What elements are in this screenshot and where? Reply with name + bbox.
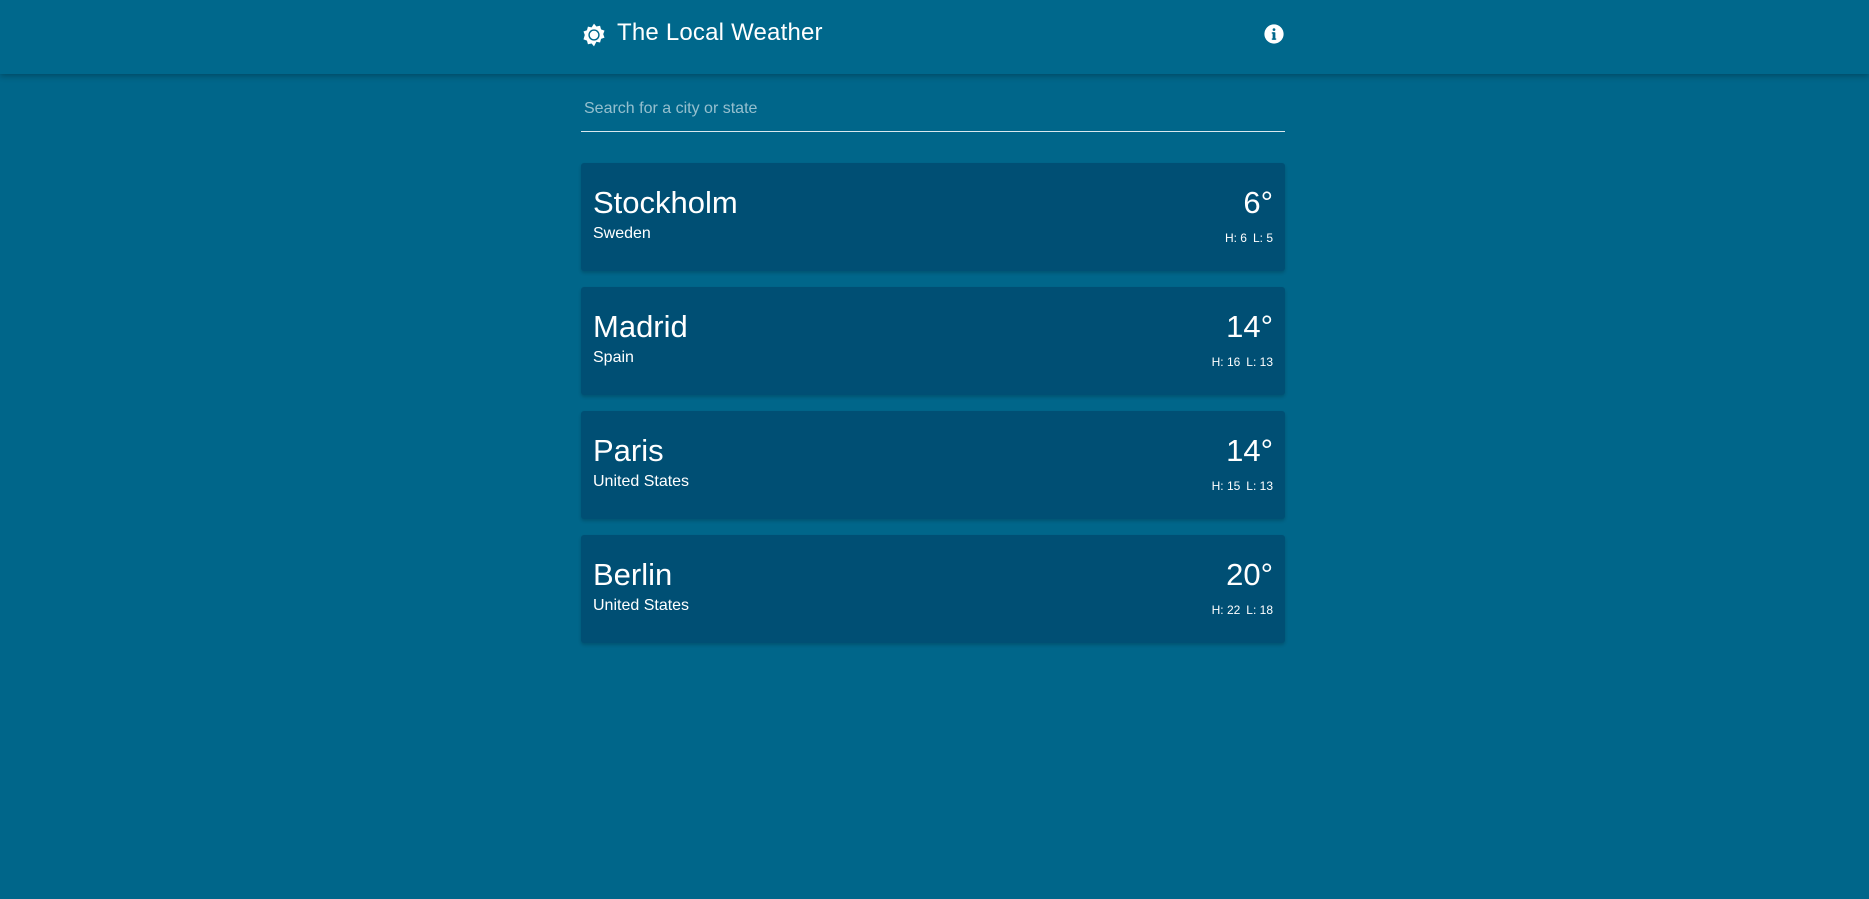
city-weather-card[interactable]: Berlin United States 20° H: 22 L: 18 [581, 535, 1285, 643]
header-content: The Local Weather [581, 0, 1285, 68]
current-temperature: 6° [1243, 185, 1273, 220]
current-temperature: 20° [1226, 557, 1273, 592]
high-temperature: H: 16 [1211, 355, 1241, 369]
high-temperature: H: 6 [1224, 231, 1247, 245]
search-input[interactable] [584, 93, 1274, 125]
low-temperature: L: 18 [1246, 603, 1273, 617]
current-temperature: 14° [1226, 309, 1273, 344]
high-low-temperature: H: 6 L: 5 [1225, 231, 1273, 246]
country-name: United States [593, 473, 690, 490]
city-weather-card[interactable]: Madrid Spain 14° H: 16 L: 13 [581, 287, 1285, 395]
search-field[interactable] [581, 93, 1285, 132]
app-title: The Local Weather [617, 19, 823, 46]
sun-icon [583, 23, 605, 47]
high-low-temperature: H: 16 L: 13 [1212, 355, 1273, 370]
info-button[interactable] [1263, 23, 1285, 45]
city-weather-card[interactable]: Paris United States 14° H: 15 L: 13 [581, 411, 1285, 519]
country-name: Sweden [593, 225, 651, 242]
country-name: United States [593, 597, 690, 614]
current-temperature: 14° [1226, 433, 1273, 468]
city-name: Stockholm [593, 185, 738, 220]
city-name: Berlin [593, 557, 673, 592]
app-header: The Local Weather [0, 0, 1869, 74]
city-name: Madrid [593, 309, 688, 344]
high-temperature: H: 15 [1211, 479, 1241, 493]
high-low-temperature: H: 15 L: 13 [1212, 479, 1273, 494]
low-temperature: L: 13 [1246, 479, 1273, 493]
city-weather-card[interactable]: Stockholm Sweden 6° H: 6 L: 5 [581, 163, 1285, 271]
city-name: Paris [593, 433, 664, 468]
city-weather-list: Stockholm Sweden 6° H: 6 L: 5 Madrid Spai… [581, 163, 1285, 659]
country-name: Spain [593, 349, 634, 366]
high-low-temperature: H: 22 L: 18 [1212, 603, 1273, 618]
high-temperature: H: 22 [1211, 603, 1241, 617]
info-icon[interactable] [1263, 23, 1285, 45]
low-temperature: L: 13 [1246, 355, 1273, 369]
low-temperature: L: 5 [1252, 231, 1273, 245]
